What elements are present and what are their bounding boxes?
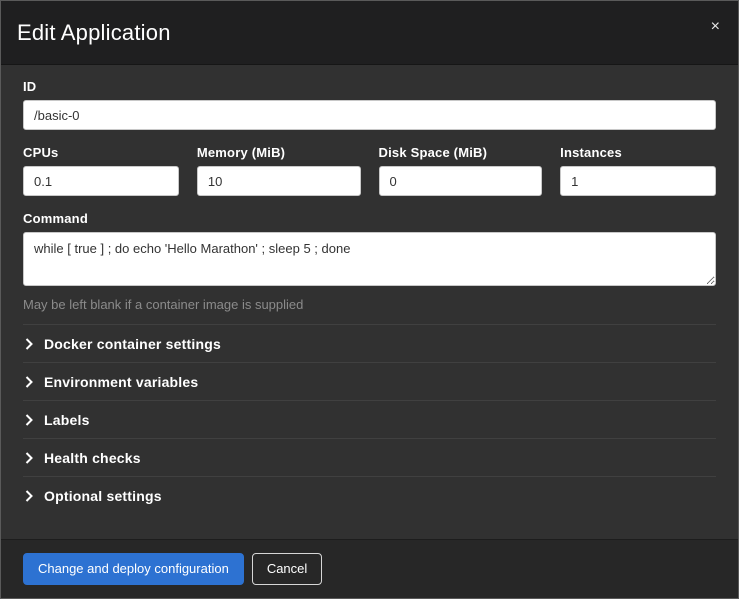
chevron-right-icon: [25, 376, 33, 388]
section-label: Environment variables: [44, 374, 198, 390]
section-label: Docker container settings: [44, 336, 221, 352]
section-environment-variables[interactable]: Environment variables: [23, 363, 716, 401]
modal-title: Edit Application: [17, 20, 171, 46]
disk-label: Disk Space (MiB): [379, 145, 543, 160]
section-label: Labels: [44, 412, 90, 428]
command-help-text: May be left blank if a container image i…: [23, 297, 716, 312]
modal-header: Edit Application ×: [1, 1, 738, 65]
cpus-label: CPUs: [23, 145, 179, 160]
cpus-field-group: CPUs: [23, 145, 179, 196]
section-health-checks[interactable]: Health checks: [23, 439, 716, 477]
edit-application-modal: Edit Application × ID CPUs Memory (MiB) …: [0, 0, 739, 599]
disk-field-group: Disk Space (MiB): [379, 145, 543, 196]
section-optional-settings[interactable]: Optional settings: [23, 477, 716, 514]
resources-row: CPUs Memory (MiB) Disk Space (MiB) Insta…: [23, 145, 716, 196]
disk-input[interactable]: [379, 166, 543, 196]
chevron-right-icon: [25, 338, 33, 350]
change-and-deploy-button[interactable]: Change and deploy configuration: [23, 553, 244, 585]
modal-footer: Change and deploy configuration Cancel: [1, 539, 738, 598]
memory-field-group: Memory (MiB): [197, 145, 361, 196]
cancel-button[interactable]: Cancel: [252, 553, 322, 585]
memory-label: Memory (MiB): [197, 145, 361, 160]
id-field-group: ID: [23, 79, 716, 130]
chevron-right-icon: [25, 490, 33, 502]
command-input[interactable]: while [ true ] ; do echo 'Hello Marathon…: [23, 232, 716, 286]
cpus-input[interactable]: [23, 166, 179, 196]
command-field-group: Command while [ true ] ; do echo 'Hello …: [23, 211, 716, 312]
memory-input[interactable]: [197, 166, 361, 196]
chevron-right-icon: [25, 452, 33, 464]
instances-input[interactable]: [560, 166, 716, 196]
command-label: Command: [23, 211, 716, 226]
section-label: Health checks: [44, 450, 141, 466]
modal-body: ID CPUs Memory (MiB) Disk Space (MiB) In…: [1, 65, 738, 539]
id-input[interactable]: [23, 100, 716, 130]
close-icon[interactable]: ×: [705, 15, 726, 39]
instances-label: Instances: [560, 145, 716, 160]
section-label: Optional settings: [44, 488, 162, 504]
section-docker-container-settings[interactable]: Docker container settings: [23, 325, 716, 363]
chevron-right-icon: [25, 414, 33, 426]
instances-field-group: Instances: [560, 145, 716, 196]
id-label: ID: [23, 79, 716, 94]
collapsible-sections: Docker container settings Environment va…: [23, 324, 716, 514]
section-labels[interactable]: Labels: [23, 401, 716, 439]
